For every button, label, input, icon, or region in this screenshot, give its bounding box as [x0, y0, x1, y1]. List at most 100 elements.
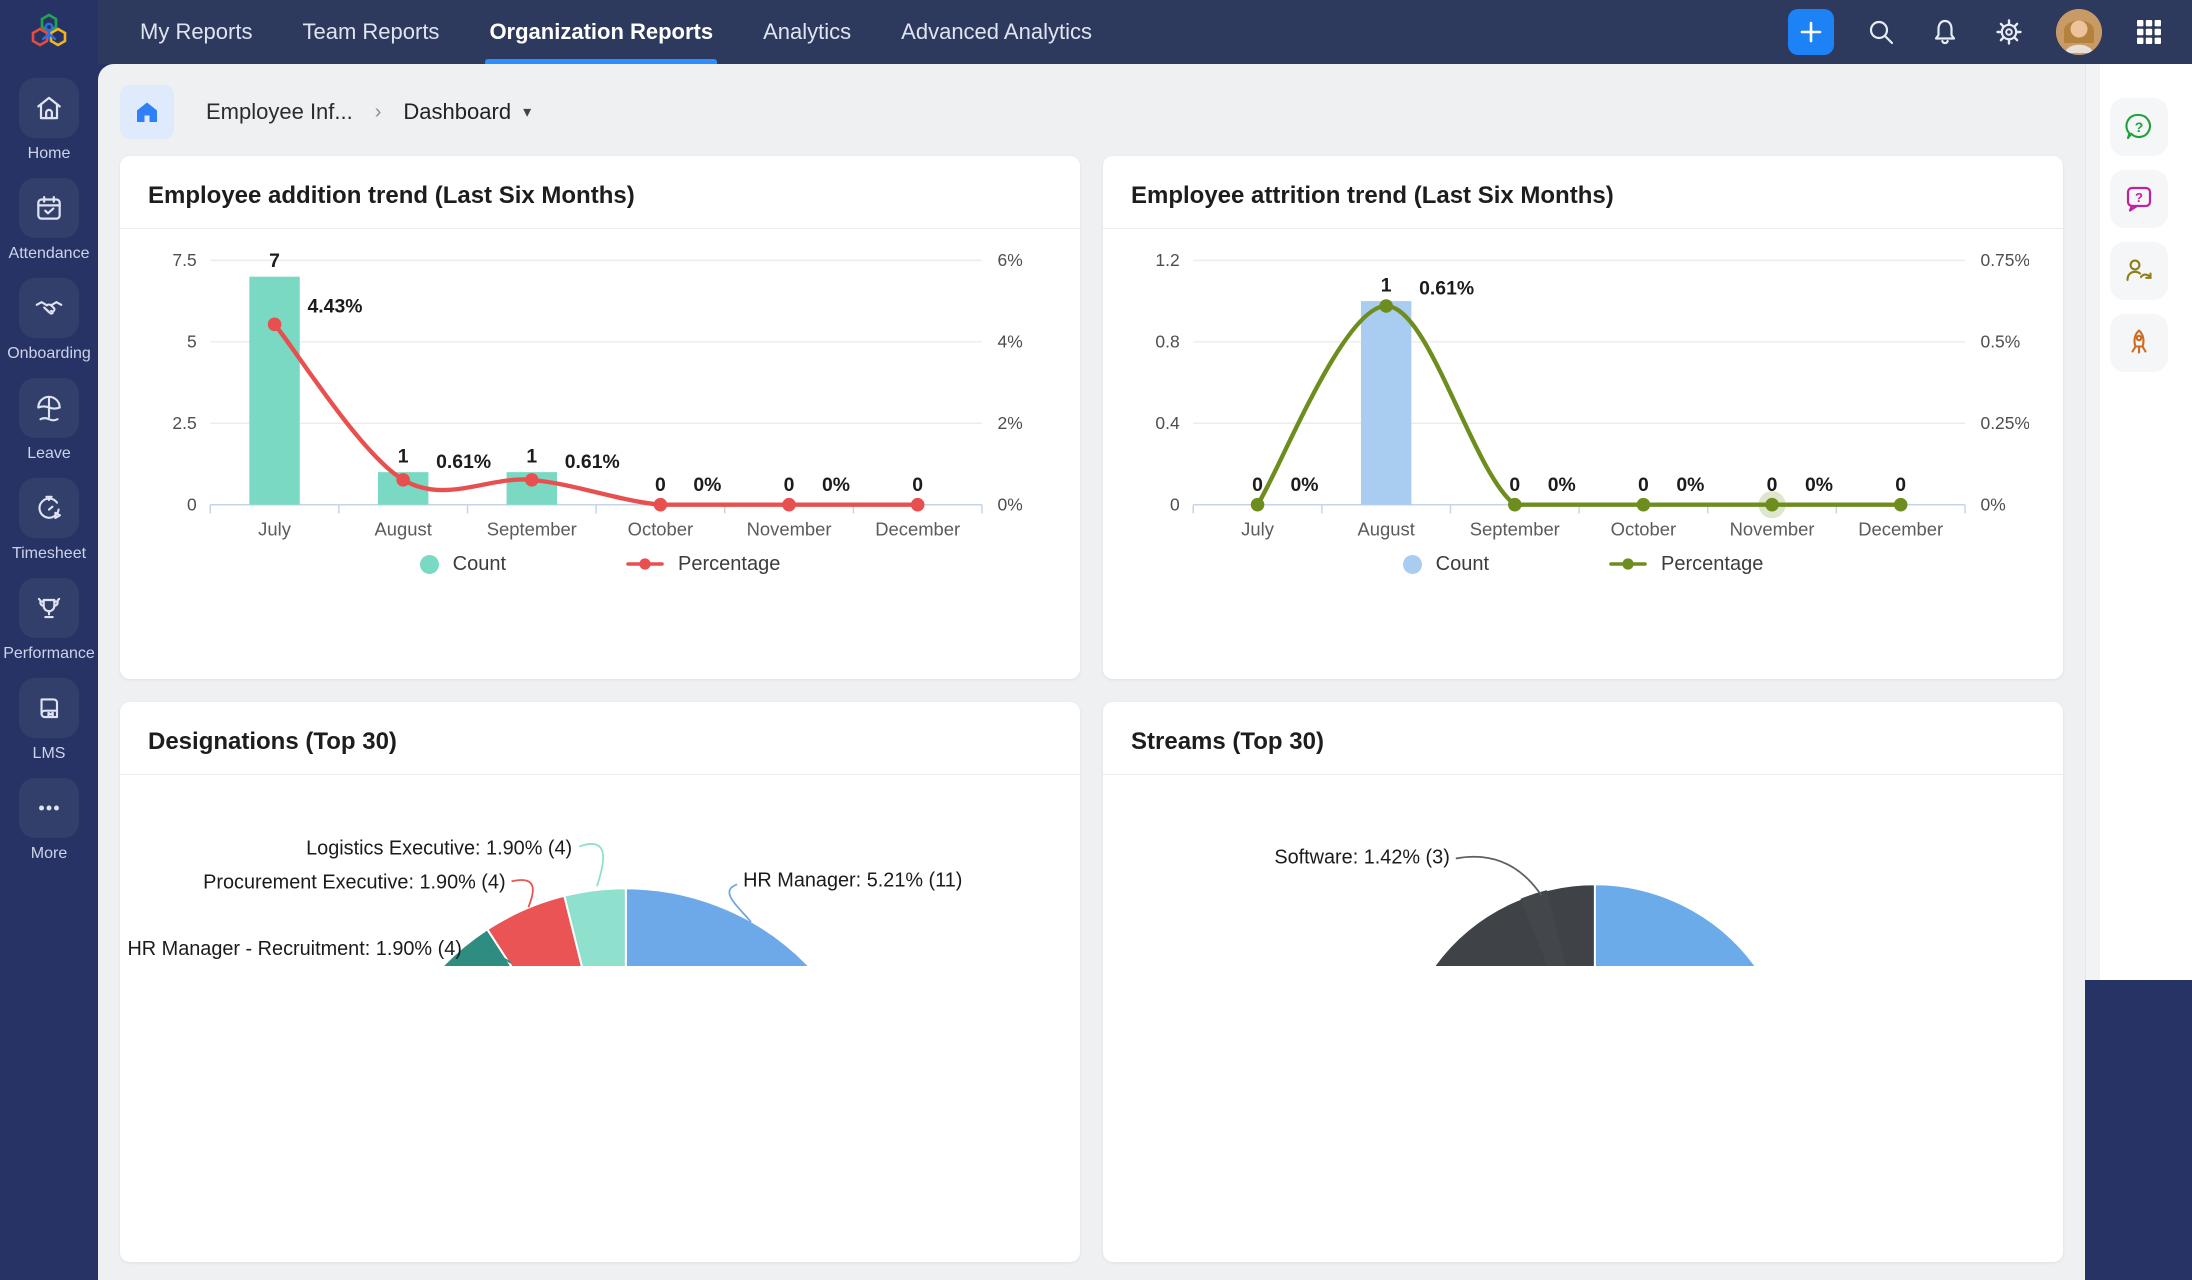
help-chat-icon: ?: [2123, 111, 2155, 143]
tab-analytics[interactable]: Analytics: [763, 0, 851, 64]
svg-text:September: September: [1470, 519, 1560, 540]
settings-button[interactable]: [1992, 15, 2026, 49]
svg-text:0.61%: 0.61%: [1419, 277, 1474, 299]
profile-avatar[interactable]: [2056, 9, 2102, 55]
apps-launcher-button[interactable]: [2132, 15, 2166, 49]
whats-new-button[interactable]: [2110, 314, 2168, 372]
svg-text:0%: 0%: [1291, 474, 1319, 496]
svg-text:Software: 1.42% (3): Software: 1.42% (3): [1274, 846, 1450, 868]
card-employee-attrition-trend: Employee attrition trend (Last Six Month…: [1103, 156, 2063, 679]
svg-text:HR Manager - Recruitment: 1.90: HR Manager - Recruitment: 1.90% (4): [127, 938, 461, 960]
svg-text:Procurement Executive: 1.90% (: Procurement Executive: 1.90% (4): [203, 871, 505, 893]
notifications-button[interactable]: [1928, 15, 1962, 49]
nav-actions: [1788, 9, 2192, 55]
svg-text:1: 1: [398, 445, 409, 467]
faq-button[interactable]: ?: [2110, 170, 2168, 228]
card-title: Designations (Top 30): [120, 702, 1080, 774]
tab-team-reports[interactable]: Team Reports: [302, 0, 439, 64]
svg-text:0.5%: 0.5%: [1981, 332, 2021, 352]
svg-text:0: 0: [1767, 474, 1778, 496]
legend-item-percentage[interactable]: Percentage: [1609, 553, 1763, 576]
app-logo[interactable]: [0, 0, 98, 64]
tab-my-reports[interactable]: My Reports: [140, 0, 252, 64]
active-tab-underline: [485, 59, 717, 64]
sidebar-item-performance[interactable]: Performance: [3, 578, 95, 663]
percentage-legend-marker: [626, 557, 664, 571]
streams-pie-chart[interactable]: Software: 1.42% (3): [1103, 775, 2063, 966]
svg-text:7: 7: [269, 250, 280, 272]
trophy-icon: [19, 578, 79, 638]
addition-trend-combo-chart[interactable]: 02.557.50%2%4%6%JulyAugustSeptemberOctob…: [154, 241, 1046, 544]
svg-text:HR Manager: 5.21% (11): HR Manager: 5.21% (11): [743, 869, 962, 891]
svg-text:4%: 4%: [998, 332, 1023, 352]
sidebar-item-attendance[interactable]: Attendance: [9, 178, 90, 263]
sidebar-item-onboarding[interactable]: Onboarding: [7, 278, 91, 363]
legend-item-percentage[interactable]: Percentage: [626, 553, 780, 576]
svg-text:0%: 0%: [1676, 474, 1704, 496]
tab-label: My Reports: [140, 19, 252, 45]
svg-text:0%: 0%: [693, 474, 721, 496]
tab-label: Team Reports: [302, 19, 439, 45]
svg-text:0: 0: [912, 474, 923, 496]
breadcrumb-root[interactable]: Employee Inf...: [206, 99, 353, 125]
legend-item-count[interactable]: Count: [1403, 553, 1489, 576]
sidebar-item-timesheet[interactable]: Timesheet: [12, 478, 86, 563]
svg-text:0: 0: [187, 495, 197, 515]
tab-label: Advanced Analytics: [901, 19, 1092, 45]
designations-pie-chart[interactable]: Logistics Executive: 1.90% (4)Procuremen…: [120, 775, 1080, 966]
add-button[interactable]: [1788, 9, 1834, 55]
chart-legend: Count Percentage: [154, 553, 1046, 576]
search-button[interactable]: [1864, 15, 1898, 49]
primary-tabs: My Reports Team Reports Organization Rep…: [98, 0, 1092, 64]
svg-text:0%: 0%: [822, 474, 850, 496]
svg-text:1: 1: [1381, 274, 1392, 296]
svg-text:1.2: 1.2: [1155, 250, 1179, 270]
bell-icon: [1930, 17, 1960, 47]
refer-user-button[interactable]: [2110, 242, 2168, 300]
card-title: Employee attrition trend (Last Six Month…: [1103, 156, 2063, 228]
tab-organization-reports[interactable]: Organization Reports: [489, 0, 713, 64]
svg-text:November: November: [1730, 519, 1815, 540]
sidebar-label: Timesheet: [12, 545, 86, 563]
svg-text:July: July: [258, 519, 292, 540]
svg-text:July: July: [1241, 519, 1275, 540]
attrition-trend-combo-chart[interactable]: 00.40.81.20%0.25%0.5%0.75%JulyAugustSept…: [1137, 241, 2029, 544]
sidebar-label: LMS: [33, 745, 66, 763]
svg-text:0%: 0%: [1548, 474, 1576, 496]
breadcrumb-current[interactable]: Dashboard: [403, 99, 511, 125]
whats-new-rocket-icon: [2123, 327, 2155, 359]
svg-text:October: October: [1611, 519, 1676, 540]
svg-text:0.61%: 0.61%: [565, 451, 620, 473]
svg-text:2%: 2%: [998, 413, 1023, 433]
refer-user-icon: [2123, 255, 2155, 287]
breadcrumb-dropdown-caret[interactable]: ▾: [523, 102, 531, 122]
sidebar-item-home[interactable]: Home: [19, 78, 79, 163]
legend-label: Percentage: [678, 553, 780, 576]
svg-text:August: August: [375, 519, 432, 540]
svg-text:November: November: [747, 519, 832, 540]
sidebar-item-more[interactable]: More: [19, 778, 79, 863]
scrollbar-track[interactable]: [2086, 64, 2100, 980]
legend-item-count[interactable]: Count: [420, 553, 506, 576]
sidebar-label: More: [31, 845, 67, 863]
svg-text:1: 1: [526, 445, 537, 467]
help-chat-button[interactable]: ?: [2110, 98, 2168, 156]
search-icon: [1866, 17, 1896, 47]
svg-text:0: 0: [1252, 474, 1263, 496]
left-sidebar: Home Attendance Onboarding Leave: [0, 64, 98, 980]
avatar-photo: [2056, 9, 2102, 55]
sidebar-label: Performance: [3, 645, 95, 663]
home-icon: [19, 78, 79, 138]
sidebar-item-leave[interactable]: Leave: [19, 378, 79, 463]
main-content: Employee Inf... › Dashboard ▾ Employee a…: [98, 64, 2085, 1280]
svg-text:December: December: [1858, 519, 1943, 540]
count-legend-marker: [420, 555, 439, 574]
breadcrumb-home-button[interactable]: [120, 85, 174, 139]
count-legend-marker: [1403, 555, 1422, 574]
sidebar-item-lms[interactable]: LMS: [19, 678, 79, 763]
beach-umbrella-icon: [19, 378, 79, 438]
zoho-people-logo-icon: [26, 9, 72, 55]
svg-text:0.61%: 0.61%: [436, 451, 491, 473]
tab-advanced-analytics[interactable]: Advanced Analytics: [901, 0, 1092, 64]
plus-icon: [1798, 19, 1824, 45]
